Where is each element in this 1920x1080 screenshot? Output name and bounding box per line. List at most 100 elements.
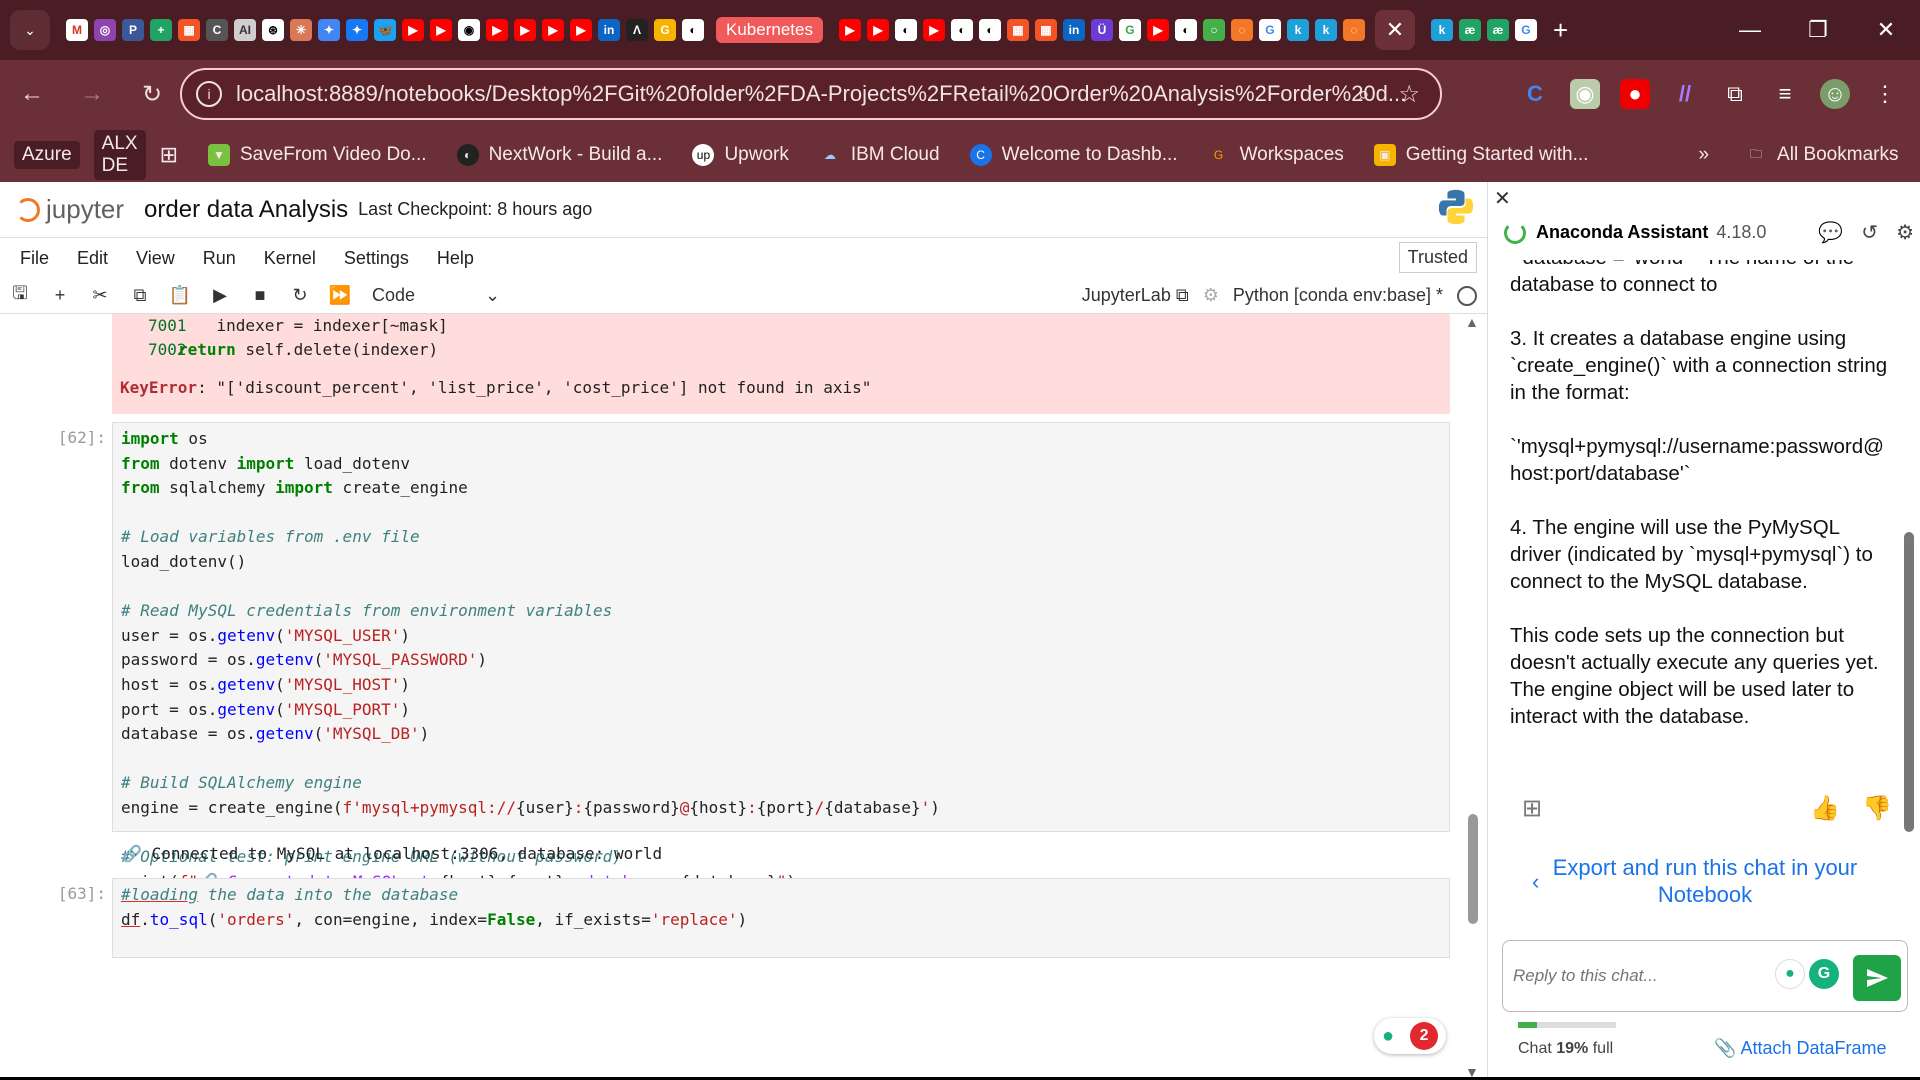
site-info-icon[interactable]: i <box>196 81 222 107</box>
jupyter-logo[interactable]: jupyter <box>16 194 124 225</box>
microsoft-tab-icon[interactable]: ▦ <box>1006 19 1029 41</box>
bookmark-workspaces[interactable]: G Workspaces <box>1208 144 1344 166</box>
google-tab-icon[interactable]: G <box>1514 19 1537 41</box>
kernel-name[interactable]: Python [conda env:base] * <box>1233 285 1443 306</box>
scrollbar-thumb[interactable] <box>1904 532 1914 832</box>
insert-cell-icon[interactable]: + <box>40 285 80 306</box>
extensions-puzzle-icon[interactable]: ⧉ <box>1720 79 1750 109</box>
bookmark-alx-de[interactable]: ALX DE <box>93 130 146 180</box>
tab-icon[interactable]: æ <box>1486 19 1509 41</box>
new-chat-icon[interactable]: 💬 <box>1818 220 1843 245</box>
github-tab-icon[interactable]: ◐ <box>682 19 704 41</box>
jupyterlab-link[interactable]: JupyterLab ⧉ <box>1082 285 1189 306</box>
tab-search-button[interactable]: ⌄ <box>10 10 50 50</box>
restart-icon[interactable]: ↻ <box>280 285 320 306</box>
youtube-tab-icon[interactable]: ▶ <box>922 19 945 41</box>
youtube-tab-icon[interactable]: ▶ <box>402 19 424 41</box>
youtube-tab-icon[interactable]: ▶ <box>542 19 564 41</box>
openai-tab-icon[interactable]: ⊛ <box>262 19 284 41</box>
cell-type-select[interactable]: Code ⌄ <box>372 285 500 306</box>
ai-tab-icon[interactable]: AI <box>234 19 256 41</box>
tab-icon[interactable]: G <box>654 19 676 41</box>
code-cell-63[interactable]: #loading the data into the database df.t… <box>112 878 1450 958</box>
tab-kubernetes[interactable]: Kubernetes <box>716 17 823 43</box>
tab-icon[interactable]: C <box>206 19 228 41</box>
anaconda-tab-icon[interactable]: ○ <box>1202 19 1225 41</box>
menu-file[interactable]: File <box>20 248 49 269</box>
bookmark-dashboard[interactable]: C Welcome to Dashb... <box>969 144 1178 166</box>
bookmark-getting-started[interactable]: ▣ Getting Started with... <box>1373 144 1588 166</box>
insert-code-icon[interactable]: ⊞ <box>1522 794 1542 823</box>
google-tab-icon[interactable]: G <box>1118 19 1141 41</box>
run-icon[interactable]: ▶ <box>200 285 240 306</box>
tab-icon[interactable]: P <box>122 19 144 41</box>
github-tab-icon[interactable]: ◐ <box>950 19 973 41</box>
trusted-indicator[interactable]: Trusted <box>1398 242 1477 273</box>
export-to-notebook-link[interactable]: ‹ Export and run this chat in your Noteb… <box>1530 854 1880 908</box>
profile-avatar[interactable]: ☺ <box>1820 79 1850 109</box>
history-icon[interactable]: ↺ <box>1861 220 1878 245</box>
menu-kernel[interactable]: Kernel <box>264 248 316 269</box>
bluesky-tab-icon[interactable]: 🦋 <box>374 19 396 41</box>
tab-icon[interactable]: ✦ <box>346 19 368 41</box>
youtube-tab-icon[interactable]: ▶ <box>1146 19 1169 41</box>
thumbs-down-icon[interactable]: 👎 <box>1862 794 1892 823</box>
close-window-icon[interactable]: ✕ <box>1852 0 1920 60</box>
tab-icon[interactable]: k <box>1286 19 1309 41</box>
youtube-tab-icon[interactable]: ▶ <box>430 19 452 41</box>
back-arrow-icon[interactable]: ← <box>10 80 54 108</box>
new-tab-icon[interactable]: + <box>1553 15 1568 46</box>
reading-list-icon[interactable]: ≡ <box>1770 79 1800 109</box>
gmail-tab-icon[interactable]: M <box>66 19 88 41</box>
tab-icon[interactable]: Λ <box>626 19 648 41</box>
github-tab-icon[interactable]: ◐ <box>978 19 1001 41</box>
apps-grid-icon[interactable]: ⊞ <box>160 142 178 168</box>
assistant-scrollbar[interactable] <box>1904 272 1914 912</box>
extension-icon[interactable]: C <box>1520 79 1550 109</box>
jupyter-tab-icon[interactable]: ◌ <box>1342 19 1365 41</box>
menu-run[interactable]: Run <box>203 248 236 269</box>
linkedin-tab-icon[interactable]: in <box>598 19 620 41</box>
restore-icon[interactable]: ❐ <box>1784 0 1852 60</box>
youtube-tab-icon[interactable]: ▶ <box>514 19 536 41</box>
extension-icon[interactable]: // <box>1670 79 1700 109</box>
tab-icon[interactable]: k <box>1314 19 1337 41</box>
youtube-tab-icon[interactable]: ▶ <box>838 19 861 41</box>
scrollbar-thumb[interactable] <box>1468 814 1478 924</box>
close-panel-icon[interactable]: ✕ <box>1494 186 1511 211</box>
microsoft-tab-icon[interactable]: ▦ <box>178 19 200 41</box>
menu-edit[interactable]: Edit <box>77 248 108 269</box>
cut-icon[interactable]: ✂ <box>80 285 120 306</box>
bookmark-upwork[interactable]: up Upwork <box>692 144 789 166</box>
paste-icon[interactable]: 📋 <box>160 285 200 306</box>
menu-view[interactable]: View <box>136 248 175 269</box>
tab-icon[interactable]: Ü <box>1090 19 1113 41</box>
google-tab-icon[interactable]: G <box>1258 19 1281 41</box>
youtube-tab-icon[interactable]: ▶ <box>486 19 508 41</box>
browser-menu-icon[interactable]: ⋮ <box>1870 79 1900 109</box>
linkedin-tab-icon[interactable]: in <box>1062 19 1085 41</box>
reply-input[interactable] <box>1513 961 1743 991</box>
bookmark-star-icon[interactable]: ☆ <box>1398 80 1420 109</box>
address-bar[interactable]: i localhost:8889/notebooks/Desktop%2FGit… <box>180 68 1442 120</box>
menu-settings[interactable]: Settings <box>344 248 409 269</box>
zoom-icon[interactable]: ⌕ <box>1358 81 1370 107</box>
bookmark-azure[interactable]: Azure <box>14 141 80 169</box>
forward-arrow-icon[interactable]: → <box>70 80 114 108</box>
microsoft-tab-icon[interactable]: ▦ <box>1034 19 1057 41</box>
attach-dataframe-button[interactable]: 📎 Attach DataFrame <box>1714 1038 1887 1059</box>
code-cell-62[interactable]: import os from dotenv import load_dotenv… <box>112 422 1450 891</box>
jupyter-tab-icon[interactable]: ◌ <box>1230 19 1253 41</box>
claude-tab-icon[interactable]: ✳ <box>290 19 312 41</box>
settings-gear-icon[interactable]: ⚙ <box>1896 220 1914 245</box>
extension-icon[interactable]: ◉ <box>1570 79 1600 109</box>
grammarly-icon[interactable]: G <box>1809 959 1839 989</box>
github-tab-icon[interactable]: ◐ <box>1174 19 1197 41</box>
youtube-tab-icon[interactable]: ▶ <box>570 19 592 41</box>
bookmark-savefrom[interactable]: ▼ SaveFrom Video Do... <box>208 144 427 166</box>
bookmark-ibm-cloud[interactable]: ☁ IBM Cloud <box>819 144 940 166</box>
close-tab-icon[interactable]: ✕ <box>1374 10 1415 50</box>
menu-help[interactable]: Help <box>437 248 474 269</box>
tab-icon[interactable]: ◉ <box>458 19 480 41</box>
youtube-tab-icon[interactable]: ▶ <box>866 19 889 41</box>
